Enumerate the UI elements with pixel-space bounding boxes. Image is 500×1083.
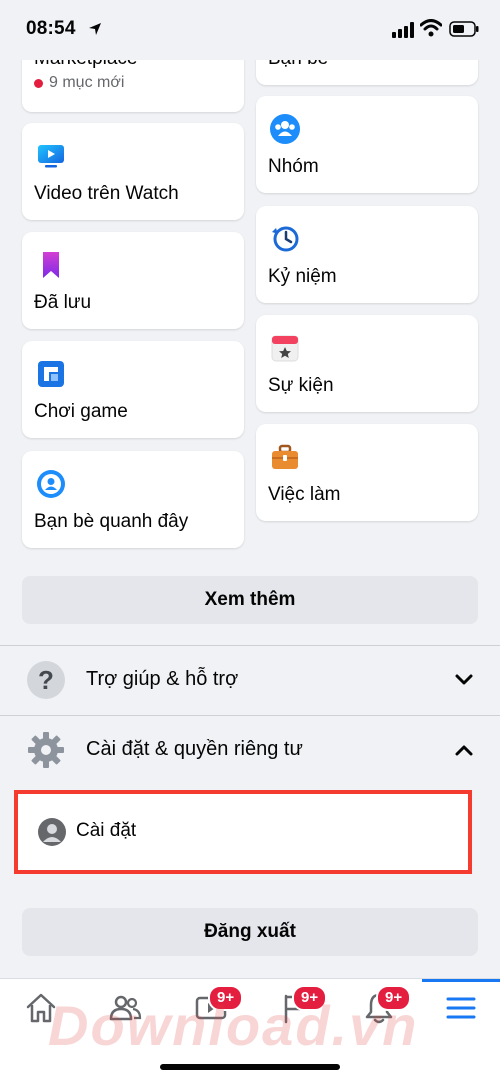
- video-icon: [38, 145, 64, 168]
- new-items-count: 9 mục mới: [34, 74, 124, 92]
- home-icon: [26, 993, 56, 1023]
- status-bar: 08:54: [0, 0, 500, 60]
- wifi-icon: [420, 19, 442, 37]
- settings-privacy-section[interactable]: Cài đặt & quyền riêng tư: [0, 716, 500, 784]
- hamburger-menu-icon: [446, 997, 476, 1019]
- home-indicator: [160, 1064, 340, 1070]
- red-dot-icon: [34, 78, 43, 88]
- groups-icon: [270, 114, 300, 144]
- section-label: Cài đặt & quyền riêng tư: [86, 738, 303, 760]
- shortcut-events[interactable]: Sự kiện: [256, 315, 478, 412]
- settings-label: Cài đặt: [76, 820, 137, 841]
- shortcut-label: Sự kiện: [268, 375, 334, 396]
- shortcut-label: Kỷ niệm: [268, 266, 337, 287]
- shortcut-groups[interactable]: Nhóm: [256, 96, 478, 193]
- shortcut-jobs[interactable]: Việc làm: [256, 424, 478, 521]
- notifications-badge: 9+: [376, 985, 412, 1011]
- chevron-down-icon: [455, 674, 473, 685]
- section-label: Trợ giúp & hỗ trợ: [86, 668, 239, 690]
- help-support-section[interactable]: ? Trợ giúp & hỗ trợ: [0, 646, 500, 714]
- status-time: 08:54: [26, 18, 76, 39]
- game-icon: [38, 361, 64, 387]
- svg-text:?: ?: [38, 665, 54, 695]
- logout-button[interactable]: Đăng xuất: [22, 908, 478, 956]
- shortcut-saved[interactable]: Đã lưu: [22, 232, 244, 329]
- signal-icon: [392, 22, 414, 38]
- shortcut-nearby-friends[interactable]: Bạn bè quanh đây: [22, 451, 244, 548]
- shortcut-gaming[interactable]: Chơi game: [22, 341, 244, 438]
- location-icon: [37, 470, 65, 498]
- question-icon: ?: [27, 661, 65, 699]
- shortcut-label: Chơi game: [34, 401, 128, 422]
- briefcase-icon: [272, 444, 298, 469]
- nav-notifications[interactable]: 9+: [348, 979, 412, 1039]
- avatar-icon: [38, 818, 66, 846]
- battery-icon: [449, 21, 479, 37]
- see-more-button[interactable]: Xem thêm: [22, 576, 478, 624]
- shortcut-label: Bạn bè quanh đây: [34, 511, 189, 532]
- pages-badge: 9+: [292, 985, 328, 1011]
- gear-icon: [28, 732, 64, 768]
- watch-badge: 9+: [208, 985, 244, 1011]
- new-items-text: 9 mục mới: [49, 74, 125, 91]
- location-arrow-icon: [89, 23, 101, 35]
- shortcut-label: Việc làm: [268, 484, 341, 505]
- bookmark-icon: [43, 252, 59, 278]
- clock-history-icon: [272, 226, 299, 252]
- shortcut-label: Video trên Watch: [34, 183, 179, 204]
- settings-menu-item[interactable]: Cài đặt: [14, 790, 472, 874]
- nav-menu[interactable]: [430, 979, 490, 1039]
- shortcut-memories[interactable]: Kỷ niệm: [256, 206, 478, 303]
- nav-watch[interactable]: 9+: [180, 979, 244, 1039]
- nav-pages[interactable]: 9+: [264, 979, 328, 1039]
- nav-friends[interactable]: [94, 979, 154, 1039]
- chevron-up-icon: [455, 745, 473, 756]
- shortcut-label: Nhóm: [268, 156, 319, 177]
- nav-home[interactable]: [10, 979, 70, 1039]
- friends-icon: [109, 995, 142, 1021]
- shortcut-label: Đã lưu: [34, 292, 92, 313]
- shortcut-watch[interactable]: Video trên Watch: [22, 123, 244, 220]
- calendar-icon: [271, 335, 299, 362]
